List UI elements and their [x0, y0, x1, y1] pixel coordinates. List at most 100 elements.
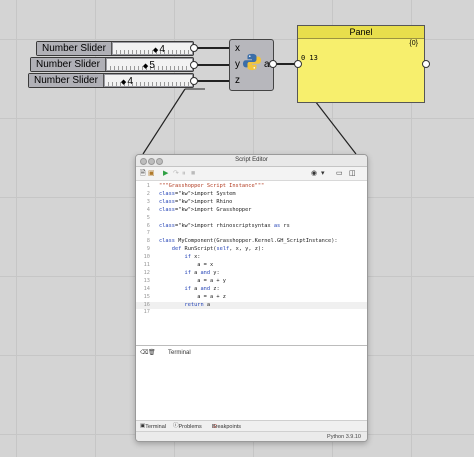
editor-title: Script Editor: [235, 157, 268, 163]
line-number: 10: [143, 254, 150, 261]
input-x-label: x: [235, 43, 240, 54]
code-line[interactable]: 17: [136, 309, 367, 317]
panel-title: Panel: [298, 26, 424, 39]
number-slider-2[interactable]: Number Slider 5: [30, 57, 194, 72]
run-icon[interactable]: ▶: [163, 169, 168, 178]
code-line[interactable]: 5: [136, 215, 367, 223]
line-number: 13: [143, 277, 150, 284]
tab-terminal[interactable]: ▣ Terminal: [140, 422, 166, 430]
slider-3-output-port[interactable]: [190, 77, 198, 85]
slider-value: 5: [143, 59, 155, 73]
code-line[interactable]: 8 class MyComponent(Grasshopper.Kernel.GH…: [136, 238, 367, 246]
slider-label: Number Slider: [31, 58, 106, 71]
code-text: """Grasshopper Script Instance""": [159, 183, 265, 189]
code-text: if a and y:: [184, 269, 220, 276]
slider-value: 4: [121, 75, 133, 89]
code-line[interactable]: 6 class="kw">import rhinoscriptsyntax as …: [136, 223, 367, 231]
terminal-header: ⌫ 🗑 Terminal: [136, 348, 367, 359]
slider-label: Number Slider: [37, 42, 112, 55]
code-line[interactable]: 3 class="kw">import Rhino: [136, 199, 367, 207]
step-icon[interactable]: ↷: [173, 169, 179, 178]
line-number: 14: [143, 285, 150, 292]
code-line[interactable]: 1 """Grasshopper Script Instance""": [136, 183, 367, 191]
line-number: 5: [146, 214, 150, 221]
number-slider-3[interactable]: Number Slider 4: [28, 73, 194, 88]
code-line[interactable]: 16 return a: [136, 301, 367, 310]
input-y-label: y: [235, 59, 240, 70]
status-bar: Python 3.9.10: [136, 431, 367, 441]
code-text: class MyComponent(Grasshopper.Kernel.GH_…: [159, 238, 338, 245]
code-text: class="kw">import Rhino: [159, 198, 233, 205]
code-text: def RunScript(self, x, y, z):: [171, 246, 265, 253]
debug-icon[interactable]: ⏸: [182, 169, 186, 178]
node-output-port[interactable]: [269, 60, 277, 68]
code-line[interactable]: 4 class="kw">import Grasshopper: [136, 207, 367, 215]
line-number: 9: [146, 246, 150, 253]
input-z-label: z: [235, 75, 240, 86]
editor-splitter[interactable]: [136, 345, 367, 346]
line-number: 15: [143, 293, 150, 300]
code-text: class="kw">import Grasshopper: [159, 206, 252, 213]
code-line[interactable]: 12 if a and y:: [136, 270, 367, 278]
slider-2-output-port[interactable]: [190, 61, 198, 69]
panel-output-port[interactable]: [422, 60, 430, 68]
slider-track[interactable]: 5: [106, 59, 192, 73]
code-editor[interactable]: 1 """Grasshopper Script Instance""" 2 class…: [136, 181, 367, 346]
code-line[interactable]: 14 if a and z:: [136, 286, 367, 294]
line-number: 12: [143, 269, 150, 276]
code-text: a = a + y: [159, 277, 226, 284]
package-icon[interactable]: ▣: [148, 169, 155, 178]
save-icon[interactable]: 🗎: [140, 169, 146, 178]
bottom-tab-bar: ▣ Terminal ⓘ Problems ☰ Breakpoints: [136, 420, 367, 431]
slider-track[interactable]: 4: [112, 43, 192, 57]
panel-input-port[interactable]: [294, 60, 302, 68]
code-text: a = x: [159, 262, 214, 268]
line-number: 1: [146, 183, 150, 189]
python-logo-icon: [243, 53, 261, 71]
panel-value: 0 13: [301, 54, 318, 62]
code-line[interactable]: 15 a = a + z: [136, 294, 367, 302]
slider-label: Number Slider: [29, 74, 104, 87]
script-editor-window[interactable]: Script Editor 🗎 ▣ ▶ ↷ ⏸ ■ ◉ ▾ ▭ ◫ 1 """Gr…: [135, 154, 368, 442]
python-version: Python 3.9.10: [327, 434, 361, 440]
code-text: return a: [184, 301, 211, 308]
terminal-label: Terminal: [168, 350, 191, 356]
panel-count: {0}: [409, 40, 418, 47]
editor-titlebar[interactable]: Script Editor: [136, 155, 367, 167]
line-number: 4: [146, 206, 150, 213]
code-line[interactable]: 2 class="kw">import System: [136, 191, 367, 199]
stop-icon[interactable]: ■: [191, 169, 195, 178]
terminal-trash-icon[interactable]: 🗑: [148, 349, 156, 358]
tab-problems[interactable]: ⓘ Problems: [173, 422, 202, 430]
slider-track[interactable]: 4: [104, 75, 192, 89]
code-text: if x:: [184, 254, 201, 261]
line-number: 16: [143, 301, 150, 308]
slider-value: 4: [153, 43, 165, 57]
line-number: 8: [146, 238, 150, 245]
code-line[interactable]: 11 a = x: [136, 262, 367, 270]
output-panel[interactable]: Panel {0} 0 13: [297, 25, 425, 103]
code-text: class="kw">import rhinoscriptsyntax as r…: [159, 222, 290, 229]
line-number: 7: [146, 230, 150, 237]
code-line[interactable]: 9 def RunScript(self, x, y, z):: [136, 246, 367, 254]
code-line[interactable]: 7: [136, 230, 367, 238]
panel-layout-icon[interactable]: ▭: [336, 169, 343, 178]
split-view-icon[interactable]: ◫: [349, 169, 356, 178]
code-text: class="kw">import System: [159, 190, 236, 197]
line-number: 2: [146, 190, 150, 197]
code-text: a = a + z: [159, 293, 226, 300]
line-number: 6: [146, 222, 150, 229]
code-text: if a and z:: [184, 285, 220, 292]
line-number: 3: [146, 198, 150, 205]
line-number: 17: [143, 309, 150, 316]
preview-eye-icon[interactable]: ◉: [311, 169, 317, 178]
code-line[interactable]: 13 a = a + y: [136, 278, 367, 286]
slider-1-output-port[interactable]: [190, 44, 198, 52]
settings-icon[interactable]: ▾: [321, 169, 325, 178]
number-slider-1[interactable]: Number Slider 4: [36, 41, 194, 56]
python-script-component[interactable]: x y z a: [229, 39, 274, 91]
code-line[interactable]: 10 if x:: [136, 254, 367, 262]
editor-toolbar: 🗎 ▣ ▶ ↷ ⏸ ■ ◉ ▾ ▭ ◫: [136, 167, 367, 181]
callout-line-left: [142, 88, 186, 155]
line-number: 11: [143, 262, 150, 268]
